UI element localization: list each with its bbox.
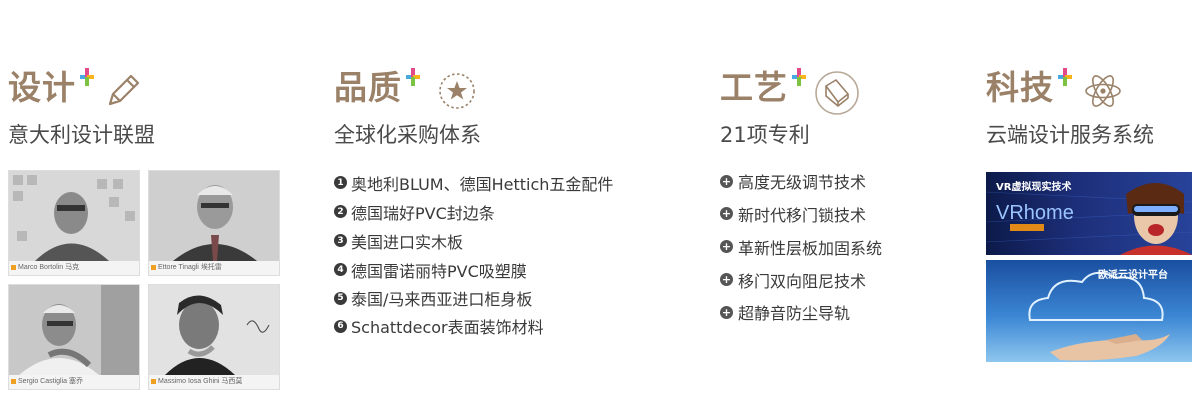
designer-name-cn: 马克 <box>65 264 80 271</box>
list-item-text: Schattdecor表面装饰材料 <box>351 318 544 337</box>
list-item-text: 泰国/马来西亚进口柜身板 <box>351 290 533 309</box>
list-item-text: 移门双向阻尼技术 <box>738 271 867 291</box>
list-item-text: 高度无级调节技术 <box>738 173 867 192</box>
plus-circle-icon: + <box>720 174 733 188</box>
list-item: 6 Schattdecor表面装饰材料 <box>334 312 613 340</box>
list-item: + 移门双向阻尼技术 <box>720 263 882 296</box>
designer-name-cn: 埃托雷 <box>200 264 222 271</box>
designer-photo: Marco Bortolin 马克 <box>8 170 140 276</box>
vr-banner-label: VR虚拟现实技术 <box>996 182 1072 193</box>
tech-subtitle: 云端设计服务系统 <box>986 123 1154 147</box>
list-item-text: 德国雷诺丽特PVC吸塑膜 <box>351 261 527 281</box>
plus-icon <box>790 68 808 86</box>
designer-photo: Sergio Castiglia 塞乔 <box>8 284 140 390</box>
craft-list: + 高度无级调节技术 + 新时代移门锁技术 + 革新性层板加固系统 + 移门双向阻尼技术… <box>720 165 882 328</box>
number-badge: 6 <box>334 319 347 333</box>
tech-section: 科技 云端设计服务系统 <box>986 68 1154 148</box>
plus-circle-icon: + <box>720 240 733 253</box>
plus-icon <box>78 68 96 86</box>
design-title: 设计 <box>8 68 76 107</box>
craft-title: 工艺 <box>720 68 788 107</box>
number-badge: 4 <box>334 263 347 276</box>
designer-photo: Ettore Tinagli 埃托雷 <box>148 170 280 276</box>
pencil-icon <box>108 74 140 106</box>
designer-photo: Massimo Iosa Ghini 马西莫 <box>148 284 280 390</box>
craft-subtitle: 21项专利 <box>720 123 810 147</box>
list-item: 4 德国雷诺丽特PVC吸塑膜 <box>334 255 613 284</box>
quality-subtitle: 全球化采购体系 <box>334 123 481 147</box>
plus-circle-icon: + <box>720 273 733 286</box>
list-item: 1 奥地利BLUM、德国Hettich五金配件 <box>334 168 613 197</box>
list-item-text: 奥地利BLUM、德国Hettich五金配件 <box>351 174 614 194</box>
cube-icon <box>815 71 859 115</box>
designer-name: Ettore Tinagli <box>158 264 199 271</box>
list-item-text: 革新性层板加固系统 <box>738 238 883 258</box>
plus-icon <box>1056 68 1074 86</box>
list-item: + 新时代移门锁技术 <box>720 197 882 230</box>
cloud-banner[interactable]: 欧派云设计平台 <box>986 260 1192 362</box>
design-subtitle: 意大利设计联盟 <box>8 123 155 147</box>
quality-section: 品质 全球化采购体系 <box>334 68 481 148</box>
vr-banner[interactable]: VR虚拟现实技术 VRhome <box>986 172 1192 255</box>
plus-circle-icon: + <box>720 305 733 319</box>
list-item: 3 美国进口实木板 <box>334 226 613 255</box>
star-circle-icon <box>439 73 475 109</box>
number-badge: 1 <box>334 176 347 189</box>
designer-name: Marco Bortolin <box>18 264 64 271</box>
cloud-banner-label: 欧派云设计平台 <box>1098 270 1168 281</box>
designer-name-cn: 塞乔 <box>68 378 83 385</box>
plus-circle-icon: + <box>720 207 733 220</box>
list-item: 2 德国瑞好PVC封边条 <box>334 197 613 226</box>
quality-title: 品质 <box>334 68 402 107</box>
list-item: 5 泰国/马来西亚进口柜身板 <box>334 284 613 312</box>
list-item-text: 美国进口实木板 <box>351 232 464 252</box>
list-item: + 革新性层板加固系统 <box>720 230 882 263</box>
designer-name-cn: 马西莫 <box>221 378 243 385</box>
designer-name: Sergio Castiglia <box>18 378 68 385</box>
list-item: + 高度无级调节技术 <box>720 165 882 197</box>
plus-icon <box>404 68 422 86</box>
atom-icon <box>1085 75 1121 107</box>
tech-title: 科技 <box>986 68 1054 107</box>
design-section: 设计 意大利设计联盟 <box>8 68 155 148</box>
designer-name: Massimo Iosa Ghini <box>158 378 220 385</box>
vr-logo: VRhome <box>996 202 1074 224</box>
quality-list: 1 奥地利BLUM、德国Hettich五金配件 2 德国瑞好PVC封边条 3 美国进口… <box>334 168 613 340</box>
list-item-text: 新时代移门锁技术 <box>738 205 867 225</box>
list-item: + 超静音防尘导轨 <box>720 296 882 328</box>
craft-section: 工艺 21项专利 <box>720 68 860 148</box>
number-badge: 5 <box>334 291 347 305</box>
list-item-text: 德国瑞好PVC封边条 <box>351 203 495 223</box>
list-item-text: 超静音防尘导轨 <box>738 304 851 323</box>
number-badge: 2 <box>334 205 347 218</box>
number-badge: 3 <box>334 234 347 247</box>
